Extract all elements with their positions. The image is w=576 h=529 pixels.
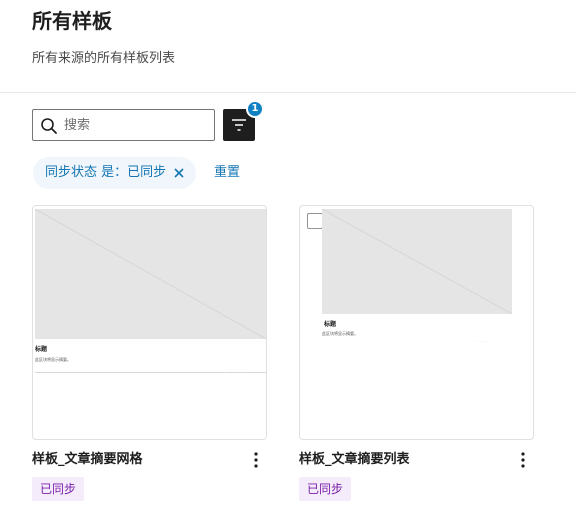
placeholder-diagonal-icon (321, 208, 513, 315)
placeholder-diagonal-icon (34, 208, 266, 340)
sync-status-badge: 已同步 (299, 477, 352, 501)
preview-image-placeholder (34, 208, 266, 340)
preview-divider (35, 372, 266, 373)
close-icon[interactable] (173, 167, 185, 179)
preview-meta: · · · · · · · · · (229, 367, 246, 371)
filter-chip-sync-status[interactable]: 同步状态 是：已同步 (33, 157, 196, 189)
preview-excerpt: 此区块将显示摘要。 (35, 357, 71, 362)
page-subtitle: 所有来源的所有样板列表 (32, 51, 176, 66)
more-vertical-icon[interactable] (515, 450, 531, 470)
preview-excerpt: 此区块将显示摘要。 (322, 331, 358, 336)
more-vertical-icon[interactable] (248, 450, 264, 470)
filter-chip-label: 同步状态 是：已同步 (45, 165, 167, 180)
filter-icon (232, 119, 246, 131)
preview-image-placeholder (321, 208, 513, 315)
reset-filters-button[interactable]: 重置 (214, 165, 240, 181)
sync-status-badge: 已同步 (32, 477, 85, 501)
pattern-title[interactable]: 样板_文章摘要网格 (32, 452, 143, 468)
search-icon (41, 118, 57, 134)
pattern-title[interactable]: 样板_文章摘要列表 (299, 452, 410, 468)
preview-heading: 标题 (324, 321, 337, 328)
select-checkbox[interactable] (307, 213, 323, 229)
preview-meta: · · · · · · · · · (474, 339, 491, 343)
search-input[interactable] (64, 114, 209, 136)
preview-heading: 标题 (35, 346, 48, 353)
pattern-preview[interactable]: 标题 此区块将显示摘要。 · · · · · · · · · (299, 205, 534, 440)
page-title: 所有样板 (32, 9, 112, 33)
search-box[interactable] (32, 109, 215, 141)
page-header: 所有样板 所有来源的所有样板列表 (0, 0, 576, 93)
filter-count-badge: 1 (246, 100, 264, 118)
pattern-preview[interactable]: 标题 此区块将显示摘要。 · · · · · · · · · (32, 205, 267, 440)
